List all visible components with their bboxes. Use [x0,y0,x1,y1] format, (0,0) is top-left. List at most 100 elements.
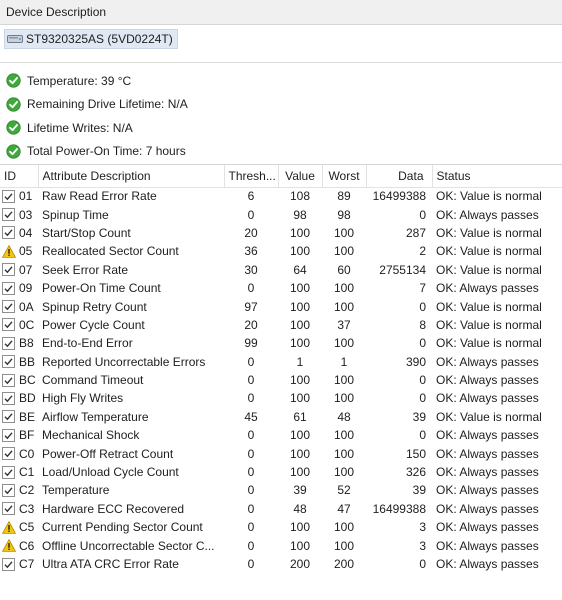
cell-data: 39 [412,409,426,424]
cell-value: 100 [289,244,311,259]
checkbox-checked-icon[interactable] [2,318,15,332]
summary-text: Lifetime Writes: N/A [27,120,133,135]
column-header-value[interactable]: Value [278,165,323,188]
table-row[interactable]: C7 Ultra ATA CRC Error Rate 0 200 200 0 OK: Al… [0,555,562,573]
table-row[interactable]: 01 Raw Read Error Rate 6 108 89 16499388 OK: V… [0,187,562,205]
table-row[interactable]: 0C Power Cycle Count 20 100 37 8 OK: Value is … [0,316,562,334]
table-row[interactable]: 09 Power-On Time Count 0 100 100 7 OK: Always … [0,279,562,297]
table-row[interactable]: C6 Offline Uncorrectable Sector C... 0 100 1… [0,536,562,554]
cell-attribute: High Fly Writes [42,391,124,406]
cell-status: OK: Always passes [436,501,539,516]
table-row[interactable]: BC Command Timeout 0 100 100 0 OK: Always pass… [0,371,562,389]
checkbox-checked-icon[interactable] [2,557,15,571]
checkbox-checked-icon[interactable] [2,483,15,497]
table-row[interactable]: C0 Power-Off Retract Count 0 100 100 150 OK: A… [0,444,562,462]
cell-id: 04 [0,224,38,242]
warning-icon [2,520,16,534]
table-row[interactable]: 07 Seek Error Rate 30 64 60 2755134 OK: Value … [0,261,562,279]
column-header-attribute[interactable]: Attribute Description [38,165,225,188]
cell-data: 0 [419,336,426,351]
table-row[interactable]: B8 End-to-End Error 99 100 100 0 OK: Value is … [0,334,562,352]
cell-threshold: 0 [247,520,255,535]
table-row[interactable]: C2 Temperature 0 39 52 39 OK: Always passes [0,481,562,499]
cell-worst: 100 [333,446,355,461]
checkbox-checked-icon[interactable] [2,502,15,516]
checkbox-checked-icon[interactable] [2,189,15,203]
cell-id: 03 [0,205,38,223]
table-row[interactable]: C5 Current Pending Sector Count 0 100 100 3 OK… [0,518,562,536]
checkbox-checked-icon[interactable] [2,281,15,295]
device-name: ST9320325AS (5VD0224T) [26,32,173,46]
cell-value: 61 [293,409,307,424]
cell-id: 0C [0,316,38,334]
cell-value: 1 [296,354,304,369]
attribute-id: B8 [19,336,34,351]
checkbox-checked-icon[interactable] [2,465,15,479]
cell-status: OK: Value is normal [436,225,542,240]
table-row[interactable]: BF Mechanical Shock 0 100 100 0 OK: Always pas… [0,426,562,444]
attribute-id: C6 [19,538,35,553]
cell-status: OK: Always passes [436,373,539,388]
checkbox-checked-icon[interactable] [2,410,15,424]
checkbox-checked-icon[interactable] [2,447,15,461]
cell-threshold: 0 [247,501,255,516]
cell-attribute: Offline Uncorrectable Sector C... [42,538,215,553]
device-item[interactable]: ST9320325AS (5VD0224T) [4,29,178,49]
column-header-status[interactable]: Status [432,165,562,188]
cell-status: OK: Always passes [436,520,539,535]
cell-value: 200 [289,557,311,571]
cell-status: OK: Value is normal [436,299,542,314]
checkbox-checked-icon[interactable] [2,336,15,350]
column-header-worst[interactable]: Worst [322,165,367,188]
table-row[interactable]: C3 Hardware ECC Recovered 0 48 47 16499388 OK:… [0,500,562,518]
table-row[interactable]: BE Airflow Temperature 45 61 48 39 OK: Value i… [0,408,562,426]
attribute-id: BD [19,391,36,406]
cell-threshold: 6 [247,189,255,204]
attribute-id: C7 [19,557,35,571]
cell-data: 287 [405,225,426,240]
checkbox-checked-icon[interactable] [2,373,15,387]
table-row[interactable]: C1 Load/Unload Cycle Count 0 100 100 326 OK: A… [0,463,562,481]
table-row[interactable]: BB Reported Uncorrectable Errors 0 1 1 390 OK:… [0,353,562,371]
cell-attribute: Spinup Retry Count [42,299,147,314]
cell-threshold: 99 [244,336,258,351]
cell-id: 01 [0,187,38,205]
attribute-id: BC [19,373,36,388]
table-row[interactable]: 04 Start/Stop Count 20 100 100 287 OK: Value i… [0,224,562,242]
cell-data: 390 [405,354,426,369]
table-row[interactable]: 0A Spinup Retry Count 97 100 100 0 OK: Value i… [0,297,562,315]
column-header-threshold[interactable]: Thresh... [224,165,279,188]
column-header-id[interactable]: ID [0,165,39,188]
table-row[interactable]: 05 Reallocated Sector Count 36 100 100 2 OK: V… [0,242,562,260]
checkbox-checked-icon[interactable] [2,263,15,277]
cell-data: 39 [412,483,426,498]
cell-value: 100 [289,520,311,535]
column-header-data[interactable]: Data [366,165,433,188]
cell-threshold: 0 [247,428,255,443]
cell-worst: 52 [337,483,351,498]
checkbox-checked-icon[interactable] [2,226,15,240]
ok-check-icon [6,144,21,159]
checkbox-checked-icon[interactable] [2,208,15,222]
table-row[interactable]: BD High Fly Writes 0 100 100 0 OK: Always pass… [0,389,562,407]
cell-value: 100 [289,391,311,406]
cell-id: 05 [0,242,38,260]
device-description-header: Device Description [0,0,562,25]
cell-status: OK: Always passes [436,428,539,443]
checkbox-checked-icon[interactable] [2,300,15,314]
cell-status: OK: Always passes [436,354,539,369]
cell-status: OK: Value is normal [436,317,542,332]
table-row[interactable]: 03 Spinup Time 0 98 98 0 OK: Always passes [0,205,562,223]
checkbox-checked-icon[interactable] [2,428,15,442]
checkbox-checked-icon[interactable] [2,355,15,369]
cell-status: OK: Value is normal [436,189,542,204]
cell-value: 39 [293,483,307,498]
attribute-id: C5 [19,520,35,535]
drive-icon [7,35,23,43]
attribute-id: 01 [19,189,33,204]
checkbox-checked-icon[interactable] [2,391,15,405]
cell-id: C7 [0,555,38,573]
summary-item: Remaining Drive Lifetime: N/A [0,93,562,117]
cell-value: 100 [289,336,311,351]
cell-data: 16499388 [372,189,426,204]
